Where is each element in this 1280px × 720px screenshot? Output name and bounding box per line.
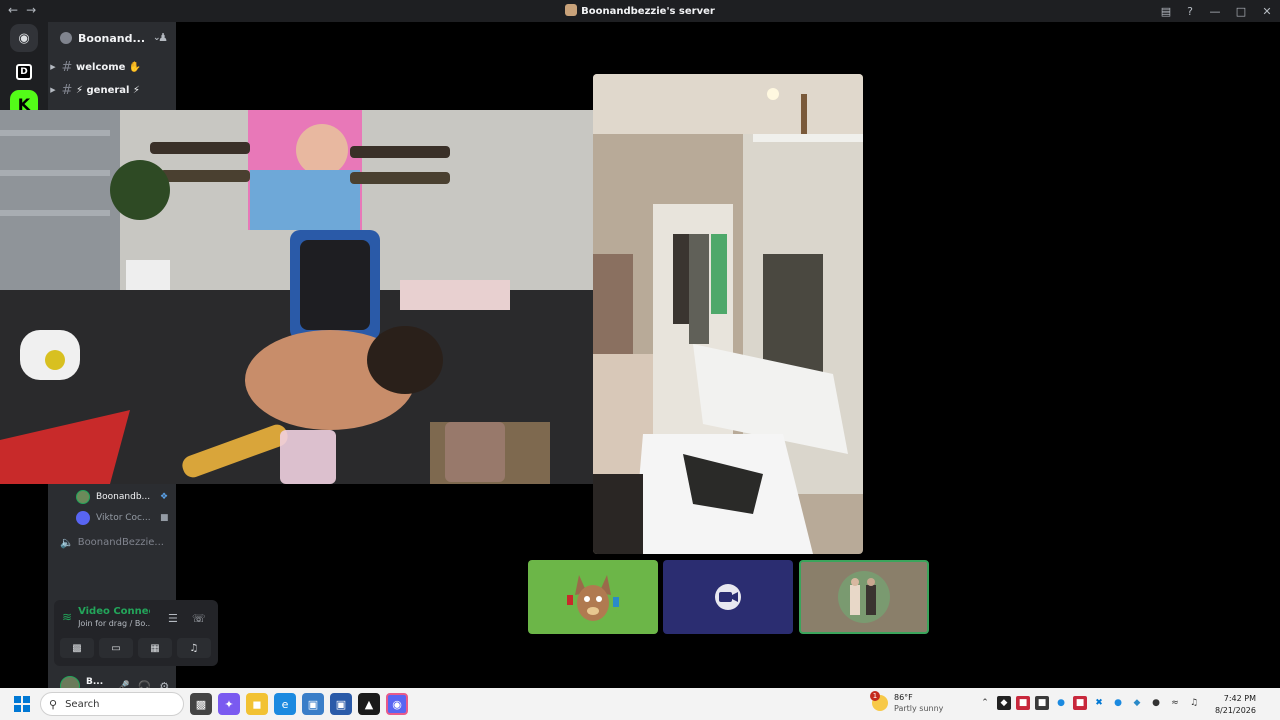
channel-welcome[interactable]: ▶ # welcome ✋ <box>48 58 176 76</box>
tray-app-icon[interactable]: ■ <box>1016 696 1030 710</box>
close-button[interactable]: ✕ <box>1254 5 1280 18</box>
disconnect-icon[interactable]: ☏ <box>192 612 206 625</box>
tray-app-icon[interactable]: ● <box>1111 696 1125 710</box>
participant-tile[interactable] <box>799 560 929 634</box>
tray-app-icon[interactable]: ◆ <box>997 696 1011 710</box>
clock[interactable]: 7:42 PM 8/21/2026 <box>1215 693 1256 717</box>
photos-icon[interactable]: ▣ <box>302 693 324 715</box>
server-rail: ◉ D K <box>0 22 48 118</box>
hash-icon: # <box>61 59 73 75</box>
server-icon-d[interactable]: D <box>16 64 32 80</box>
volume-icon[interactable]: ♫ <box>1187 696 1201 710</box>
discord-home-icon[interactable]: ◉ <box>10 24 38 52</box>
participant-tile[interactable] <box>663 560 793 634</box>
discord-video-icon <box>715 584 741 610</box>
participant-tile[interactable] <box>528 560 658 634</box>
collapse-arrow-icon: ▶ <box>50 63 56 71</box>
activities-icon[interactable]: ▦ <box>138 638 172 658</box>
secondary-video-stream[interactable] <box>593 74 863 554</box>
voice-user[interactable]: Viktor Coc... ■ <box>76 509 169 527</box>
voice-channel[interactable]: 🔈 BoonandBezzie... <box>60 536 164 549</box>
speaker-icon: 🔈 <box>60 536 74 549</box>
title-bar: ← → Boonandbezzie's server ▤ ? — □ ✕ <box>0 0 1280 22</box>
camera-off-icon[interactable]: ▩ <box>60 638 94 658</box>
wifi-icon[interactable]: ≈ <box>1168 696 1182 710</box>
stream-live-icon: ❖ <box>160 492 169 502</box>
avatar <box>76 511 90 525</box>
window-title: Boonandbezzie's server <box>0 4 1280 17</box>
minimize-button[interactable]: — <box>1202 5 1228 18</box>
tray-app-icon[interactable]: ■ <box>1035 696 1049 710</box>
avatar <box>565 569 621 625</box>
system-tray: ⌃ ◆ ■ ■ ● ■ ✖ ● ◆ ● ≈ ♫ <box>978 696 1201 710</box>
stream-video-frame <box>593 74 863 554</box>
tray-app-icon[interactable]: ■ <box>1073 696 1087 710</box>
chevron-up-icon[interactable]: ⌃ <box>978 696 992 710</box>
search-icon: ⚲ <box>49 697 58 711</box>
main-video-stream[interactable] <box>0 110 626 484</box>
server-icon <box>565 4 578 16</box>
inbox-icon[interactable]: ▤ <box>1154 5 1178 18</box>
guild-icon <box>60 32 72 44</box>
search-input[interactable]: ⚲ Search <box>40 692 184 716</box>
task-view-icon[interactable]: ▩ <box>190 693 212 715</box>
windows-start-icon[interactable] <box>14 696 30 712</box>
noise-suppression-icon[interactable]: ☰ <box>168 612 178 625</box>
hash-icon: # <box>61 82 73 98</box>
stream-video-frame <box>0 110 626 484</box>
weather-widget[interactable]: 1 86°F Partly sunny <box>870 691 943 714</box>
tray-app-icon[interactable]: ● <box>1054 696 1068 710</box>
invite-people-icon[interactable]: ♟ <box>158 31 168 44</box>
soundboard-icon[interactable]: ♫ <box>177 638 211 658</box>
voice-connection-panel: ≋ Video Connected Join for drag / Bo... … <box>54 600 218 666</box>
maximize-button[interactable]: □ <box>1228 5 1254 18</box>
edge-icon[interactable]: e <box>274 693 296 715</box>
signal-icon: ≋ <box>62 610 73 624</box>
file-explorer-icon[interactable]: ◼ <box>246 693 268 715</box>
bluetooth-icon[interactable]: ✖ <box>1092 696 1106 710</box>
discord-icon[interactable]: ◉ <box>386 693 408 715</box>
server-header[interactable]: Boonand... ⌄ ♟ <box>48 22 176 54</box>
avatar <box>838 571 890 623</box>
store-icon[interactable]: ▣ <box>330 693 352 715</box>
terminal-icon[interactable]: ▲ <box>358 693 380 715</box>
sun-icon: 1 <box>870 691 888 711</box>
collapse-arrow-icon: ▶ <box>50 86 56 94</box>
camera-icon: ■ <box>160 513 169 523</box>
help-icon[interactable]: ? <box>1178 5 1202 18</box>
copilot-icon[interactable]: ✦ <box>218 693 240 715</box>
voice-user[interactable]: Boonandb... ❖ <box>76 488 168 506</box>
shield-icon[interactable]: ◆ <box>1130 696 1144 710</box>
screen-share-icon[interactable]: ▭ <box>99 638 133 658</box>
microphone-icon[interactable]: ● <box>1149 696 1163 710</box>
avatar <box>76 490 90 504</box>
channel-general[interactable]: ▶ # ⚡ general ⚡ <box>48 81 176 99</box>
taskbar: ⚲ Search ▩ ✦ ◼ e ▣ ▣ ▲ ◉ 1 86°F Partly s… <box>0 688 1280 720</box>
